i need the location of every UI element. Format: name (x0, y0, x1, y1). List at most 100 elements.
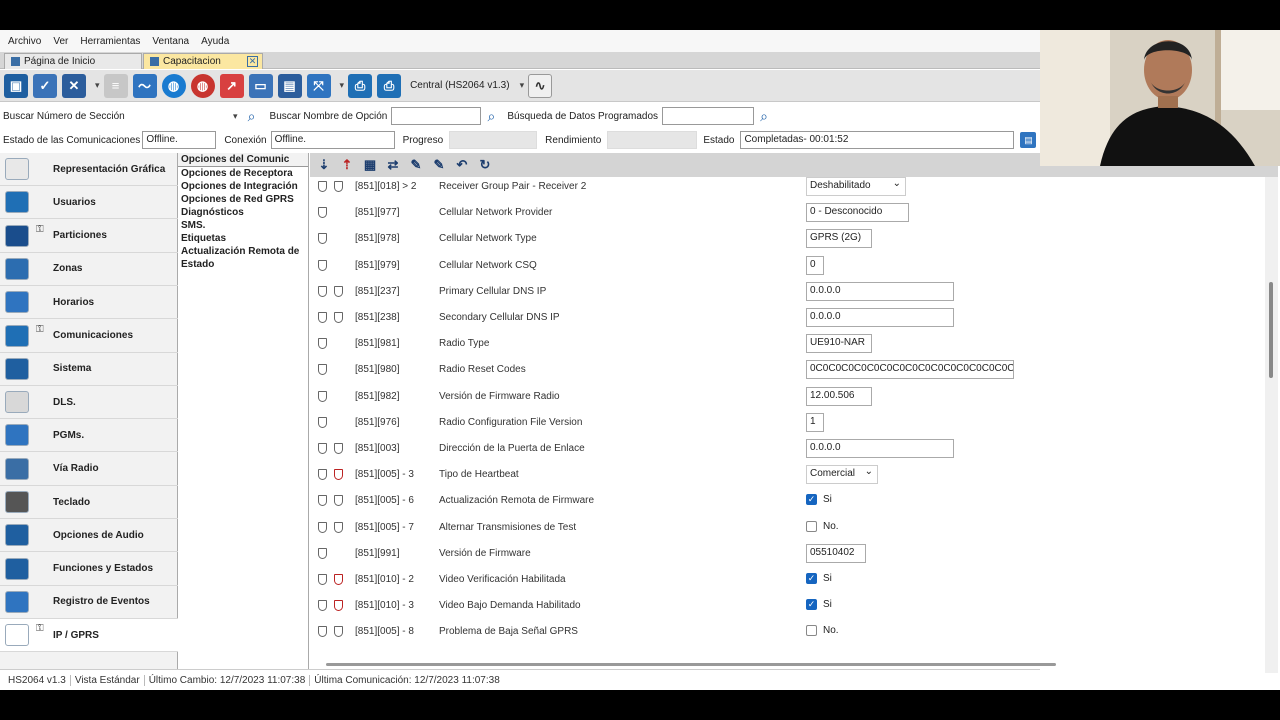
shield-flag-icon (334, 574, 343, 585)
section-code: [851][981] (355, 338, 400, 350)
status-last-change: Último Cambio: 12/7/2023 11:07:38 (145, 674, 311, 686)
search-icon[interactable]: ⌕ (481, 106, 501, 126)
subsection-item-2[interactable]: Opciones de Integración (178, 180, 308, 193)
chevron-down-icon[interactable]: ▾ (340, 80, 345, 91)
edit-all-icon[interactable]: ✎ (429, 155, 449, 175)
option-value-field[interactable]: 0.0.0.0 (806, 281, 954, 301)
horizontal-scrollbar[interactable] (310, 659, 1265, 669)
chevron-down-icon[interactable]: ▾ (95, 80, 100, 91)
menu-ventana[interactable]: Ventana (148, 36, 193, 47)
printer-icon[interactable]: ⎙ (348, 73, 373, 98)
tab-capacitacion[interactable]: Capacitacion ✕ (143, 53, 263, 69)
option-value-field[interactable]: UE910-NAR (806, 334, 872, 354)
panel-selector[interactable]: Central (HS2064 v1.3) (410, 80, 510, 91)
subsection-item-6[interactable]: Etiquetas (178, 232, 308, 245)
option-value-field[interactable]: 05510402 (806, 543, 866, 563)
sidebar-item-14[interactable]: ⚿ IP / GPRS (0, 619, 178, 653)
upload-tag-icon[interactable]: ⇡ (337, 155, 357, 175)
section-navigation: Representación Gráfica Usuarios ⚿ Particion… (0, 153, 178, 669)
print-preview-icon[interactable]: ⎙ (377, 73, 402, 98)
horizontal-scroll-thumb[interactable] (326, 663, 1056, 666)
chevron-down-icon[interactable]: ⌄ (893, 178, 901, 189)
option-value-field[interactable]: 0 - Desconocido (806, 203, 909, 223)
menu-archivo[interactable]: Archivo (4, 36, 45, 47)
globe-sync-icon[interactable]: ◍ (190, 73, 215, 98)
sidebar-item-0[interactable]: Representación Gráfica (0, 153, 178, 186)
chevron-down-icon[interactable]: ▾ (233, 111, 238, 122)
shield-icon (318, 469, 327, 481)
table-export-icon[interactable]: ▦ (360, 155, 380, 175)
globe-icon[interactable]: ◍ (161, 73, 186, 98)
option-search-input[interactable] (391, 107, 482, 125)
shield-icon (334, 443, 343, 454)
monitor-icon[interactable]: ∿ (528, 73, 553, 98)
search-icon[interactable]: ⌕ (242, 106, 262, 126)
sidebar-item-5[interactable]: ⚿ Comunicaciones (0, 320, 178, 353)
tab-pagina-inicio[interactable]: Página de Inicio (4, 53, 142, 69)
refresh-icon[interactable]: ↻ (475, 155, 495, 175)
close-icon[interactable]: ✕ (247, 56, 258, 67)
sidebar-item-2[interactable]: ⚿ Particiones (0, 220, 178, 253)
sidebar-item-12[interactable]: Funciones y Estados (0, 553, 178, 586)
check-icon[interactable]: ✓ (33, 73, 57, 98)
section-search-label[interactable]: Buscar Número de Sección (3, 111, 229, 122)
chat-icon[interactable]: ▤ (1020, 132, 1037, 148)
chevron-down-icon[interactable]: ⌄ (865, 466, 873, 477)
subsection-item-0[interactable]: Opciones del Comunic (178, 153, 308, 167)
download-icon[interactable]: ⇣ (314, 155, 334, 175)
option-value-field[interactable]: GPRS (2G) (806, 229, 872, 249)
tools-icon[interactable]: ✕ (62, 73, 86, 98)
status-bar: HS2064 v1.3 Vista Estándar Último Cambio… (0, 669, 1040, 690)
export-icon[interactable]: ▤ (277, 73, 302, 98)
option-select[interactable]: Deshabilitado ⌄ (806, 177, 906, 196)
menu-ayuda[interactable]: Ayuda (197, 36, 233, 47)
sidebar-item-6[interactable]: Sistema (0, 353, 178, 386)
subsection-item-3[interactable]: Opciones de Red GPRS (178, 193, 308, 206)
section-code: [851][005] - 6 (355, 495, 414, 507)
option-value-field[interactable]: 0C0C0C0C0C0C0C0C0C0C0C0C0C0C0C0C (806, 360, 1015, 380)
edit-icon[interactable]: ✎ (406, 155, 426, 175)
layers-icon[interactable]: ≡ (103, 73, 128, 98)
sidebar-item-1[interactable]: Usuarios (0, 186, 178, 220)
option-value: Deshabilitado (810, 180, 871, 191)
window-icon[interactable]: ▭ (248, 73, 273, 98)
subsection-item-5[interactable]: SMS. (178, 219, 308, 232)
option-checkbox[interactable]: ✓ (806, 599, 817, 611)
sidebar-item-10[interactable]: Teclado (0, 486, 178, 519)
graph-tools-icon[interactable]: ⤧ (306, 73, 331, 98)
sidebar-item-7[interactable]: DLS. (0, 386, 178, 420)
subsection-item-4[interactable]: Diagnósticos (178, 206, 308, 219)
option-value-field[interactable]: 0.0.0.0 (806, 439, 954, 458)
transfer-icon[interactable]: ⇄ (383, 155, 403, 175)
vertical-scrollbar[interactable] (1265, 177, 1278, 673)
option-checkbox[interactable] (806, 520, 817, 532)
option-value-field[interactable]: 0 (806, 255, 824, 275)
menu-herramientas[interactable]: Herramientas (76, 36, 144, 47)
vertical-scroll-thumb[interactable] (1269, 282, 1273, 378)
upload-icon[interactable]: ↗ (219, 73, 244, 98)
save-icon[interactable]: ▣ (4, 73, 28, 98)
subsection-item-1[interactable]: Opciones de Receptora (178, 167, 308, 180)
sidebar-item-9[interactable]: Vía Radio (0, 453, 178, 486)
option-value-field[interactable]: 12.00.506 (806, 386, 872, 406)
option-value-field[interactable]: 1 (806, 412, 824, 432)
sidebar-item-8[interactable]: PGMs. (0, 419, 178, 453)
subsection-item-7[interactable]: Actualización Remota de Estado (178, 245, 308, 271)
undo-icon[interactable]: ↶ (452, 155, 472, 175)
option-checkbox[interactable]: ✓ (806, 573, 817, 584)
sidebar-item-13[interactable]: Registro de Eventos (0, 586, 178, 619)
search-icon[interactable]: ⌕ (754, 106, 774, 126)
lock-icon: ⚿ (36, 623, 44, 635)
option-checkbox[interactable]: ✓ (806, 494, 817, 506)
chart-line-icon[interactable]: 〜 (132, 73, 157, 98)
option-checkbox[interactable] (806, 625, 817, 637)
chevron-down-icon[interactable]: ▾ (520, 80, 525, 91)
sidebar-item-3[interactable]: Zonas (0, 253, 178, 286)
menu-ver[interactable]: Ver (49, 36, 72, 47)
option-select[interactable]: Comercial ⌄ (806, 465, 878, 485)
presenter-video-image (1040, 30, 1280, 166)
data-search-input[interactable] (662, 107, 755, 125)
option-value-field[interactable]: 0.0.0.0 (806, 308, 954, 327)
sidebar-item-4[interactable]: Horarios (0, 286, 178, 320)
sidebar-item-11[interactable]: Opciones de Audio (0, 519, 178, 553)
